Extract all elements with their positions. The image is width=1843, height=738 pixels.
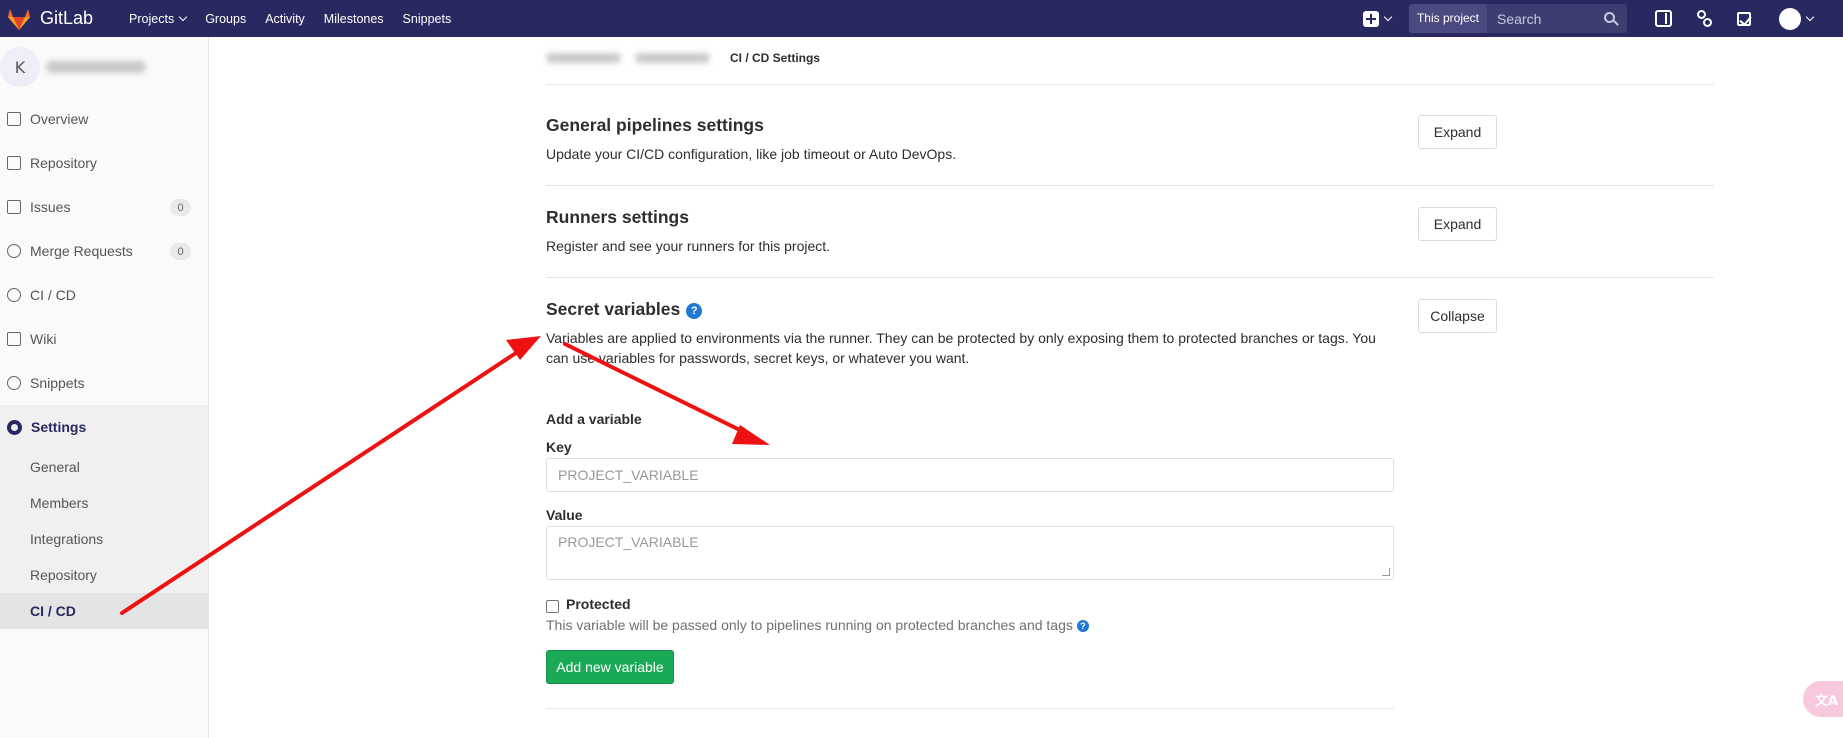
section-title-runners: Runners settings [546, 207, 689, 227]
secret-variables-title-text: Secret variables [546, 299, 681, 319]
secret-desc-line-1: Variables are applied to environments vi… [546, 330, 1376, 346]
sidebar-subitem-general[interactable]: General [0, 449, 208, 485]
avatar [1779, 7, 1801, 30]
breadcrumb-namespace-blurred[interactable] [546, 53, 621, 63]
home-icon [7, 112, 21, 126]
resize-handle-icon[interactable] [1382, 568, 1390, 576]
search-input[interactable]: Search [1487, 4, 1627, 33]
sidebar-toggle-icon[interactable] [1655, 10, 1672, 27]
merge-requests-icon[interactable] [1696, 10, 1713, 27]
translate-icon[interactable]: 文A [1803, 681, 1843, 717]
breadcrumb-project-blurred[interactable] [635, 53, 710, 63]
sidebar-item-label: Issues [30, 199, 71, 215]
search-scope-badge[interactable]: This project [1408, 4, 1487, 33]
breadcrumb: CI / CD Settings [546, 51, 820, 65]
sidebar-item-label: CI / CD [30, 287, 76, 303]
gitlab-fox-icon [8, 8, 30, 30]
breadcrumb-current[interactable]: CI / CD Settings [730, 51, 820, 65]
gitlab-brand: GitLab [40, 8, 94, 28]
search-icon[interactable] [1604, 12, 1615, 23]
sidebar-item-overview[interactable]: Overview [0, 97, 208, 141]
sidebar-item-label: Snippets [30, 375, 85, 391]
nav-snippets[interactable]: Snippets [403, 12, 452, 26]
book-icon [7, 332, 21, 346]
todos-icon[interactable] [1737, 11, 1751, 26]
sidebar-item-label: Merge Requests [30, 243, 133, 259]
sidebar-item-repository[interactable]: Repository [0, 141, 208, 185]
sidebar-item-settings[interactable]: Settings [0, 405, 208, 449]
expand-general-button[interactable]: Expand [1418, 115, 1497, 149]
chevron-down-icon [1383, 12, 1393, 22]
user-menu[interactable] [1779, 7, 1815, 30]
issues-icon [7, 200, 21, 214]
section-title-secret-variables: Secret variables? [546, 299, 703, 320]
project-name-blurred [46, 61, 146, 73]
nav-projects[interactable]: Projects [129, 11, 188, 26]
question-circle-icon[interactable]: ? [1076, 620, 1089, 632]
expand-runners-button[interactable]: Expand [1418, 207, 1497, 241]
sidebar-item-wiki[interactable]: Wiki [0, 317, 208, 361]
add-new-variable-button[interactable]: Add new variable [546, 650, 674, 684]
section-desc-general-pipelines: Update your CI/CD configuration, like jo… [546, 146, 957, 162]
sidebar-item-snippets[interactable]: Snippets [0, 361, 208, 405]
protected-label[interactable]: Protected [566, 596, 631, 612]
sidebar-item-issues[interactable]: Issues 0 [0, 185, 208, 229]
merge-request-icon [7, 244, 21, 258]
sidebar-subitem-repository[interactable]: Repository [0, 557, 208, 593]
sidebar-item-label: Settings [31, 419, 87, 435]
key-label: Key [546, 439, 572, 455]
sidebar-subitem-integrations[interactable]: Integrations [0, 521, 208, 557]
sidebar-item-merge-requests[interactable]: Merge Requests 0 [0, 229, 208, 273]
main-content: CI / CD Settings General pipelines setti… [209, 37, 1843, 738]
nav-groups[interactable]: Groups [205, 12, 246, 26]
chevron-down-icon [178, 12, 188, 22]
sidebar-item-label: Repository [30, 155, 97, 171]
sidebar-item-ci-cd[interactable]: CI / CD [0, 273, 208, 317]
sidebar-subitem-ci-cd[interactable]: CI / CD [0, 593, 208, 629]
secret-desc-line-2: can use variables for passwords, secret … [546, 350, 970, 366]
nav-activity[interactable]: Activity [265, 12, 305, 26]
plus-square-icon [1362, 10, 1379, 27]
section-title-general-pipelines: General pipelines settings [546, 115, 764, 135]
gitlab-logo[interactable]: GitLab [6, 0, 93, 37]
value-label: Value [546, 507, 583, 523]
nav-projects-label: Projects [129, 11, 175, 26]
top-navbar: GitLab Projects Groups Activity Mileston… [0, 0, 1843, 37]
project-sidebar: K Overview Repository Issues 0 Merge Req… [0, 37, 209, 738]
sidebar-subitem-members[interactable]: Members [0, 485, 208, 521]
key-placeholder: PROJECT_VARIABLE [558, 467, 699, 483]
collapse-secret-button[interactable]: Collapse [1418, 299, 1497, 333]
rocket-icon [7, 288, 21, 302]
issues-count-badge: 0 [170, 199, 191, 216]
project-initial: K [14, 57, 26, 77]
search-placeholder: Search [1497, 10, 1542, 27]
section-desc-runners: Register and see your runners for this p… [546, 238, 831, 254]
divider [546, 185, 1714, 186]
project-avatar: K [0, 47, 40, 87]
add-variable-heading: Add a variable [546, 411, 642, 427]
gear-icon [7, 419, 22, 435]
value-textarea[interactable]: PROJECT_VARIABLE [546, 526, 1394, 580]
merge-requests-count-badge: 0 [170, 243, 191, 260]
protected-help-text: This variable will be passed only to pip… [546, 615, 1089, 635]
section-desc-secret-variables: Variables are applied to environments vi… [546, 328, 1426, 368]
key-input[interactable]: PROJECT_VARIABLE [546, 458, 1394, 492]
divider [546, 708, 1394, 709]
project-header[interactable]: K [0, 37, 208, 97]
doc-icon [7, 156, 21, 170]
divider [546, 84, 1714, 85]
scissors-icon [7, 376, 21, 390]
value-placeholder: PROJECT_VARIABLE [558, 534, 699, 550]
nav-milestones[interactable]: Milestones [324, 12, 384, 26]
chevron-down-icon [1805, 12, 1815, 22]
question-circle-icon[interactable]: ? [686, 303, 703, 319]
new-dropdown-button[interactable] [1362, 10, 1393, 27]
sidebar-item-label: Wiki [30, 331, 57, 347]
protected-help-text-content: This variable will be passed only to pip… [546, 617, 1073, 633]
protected-checkbox[interactable] [546, 600, 559, 613]
sidebar-item-label: Overview [30, 111, 89, 127]
divider [546, 277, 1714, 278]
settings-submenu: General Members Integrations Repository … [0, 449, 208, 629]
